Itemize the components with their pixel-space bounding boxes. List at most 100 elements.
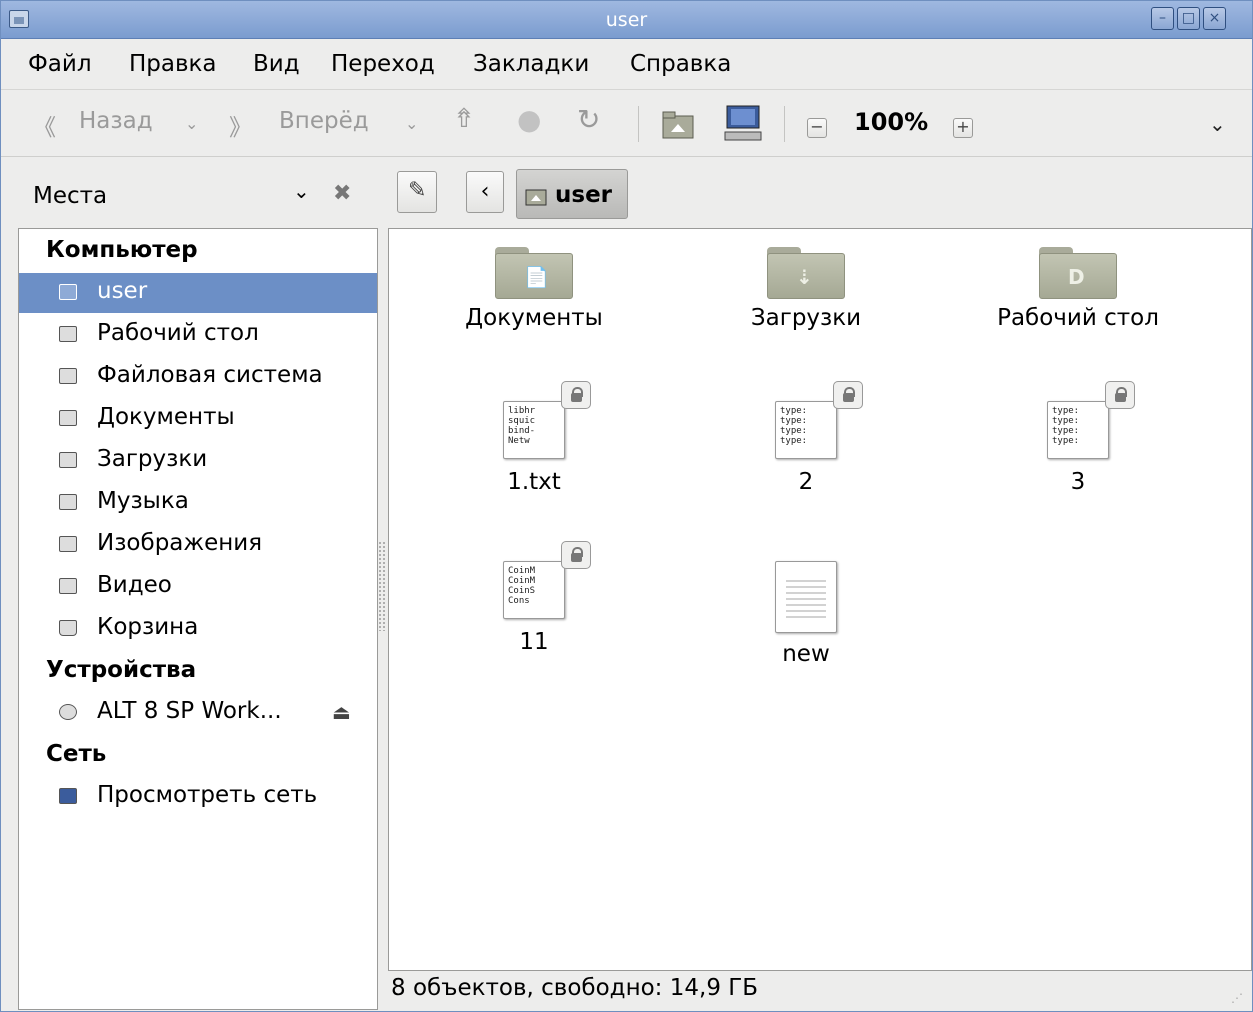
file-icon-view[interactable]: 📄 Документы ⇣ Загрузки D Рабочий стол li… — [388, 228, 1252, 971]
sidebar-item-label: Музыка — [97, 488, 189, 514]
desktop-folder-icon: D — [1039, 247, 1117, 299]
menu-help[interactable]: Справка — [630, 51, 731, 77]
back-history-chevron-icon[interactable]: ⌄ — [185, 114, 198, 133]
sidebar-item-label: Загрузки — [97, 446, 208, 472]
lock-icon — [561, 381, 591, 409]
desktop-emblem-icon: D — [1068, 265, 1085, 289]
sidebar-item-pictures[interactable]: Изображения — [19, 525, 377, 565]
minimize-button[interactable]: – — [1151, 7, 1174, 30]
back-arrow-icon: 《 — [33, 115, 56, 141]
path-button-label: user — [555, 182, 613, 208]
sidebar-item-label: Файловая система — [97, 362, 323, 388]
file-item[interactable]: 📄 Документы — [419, 247, 649, 331]
sidebar-item-label: ALT 8 SP Work... — [97, 698, 282, 724]
file-name: Загрузки — [750, 305, 862, 331]
sidebar-item-label: Рабочий стол — [97, 320, 259, 346]
sidebar-item-label: Корзина — [97, 614, 199, 640]
places-chevron-icon[interactable]: ⌄ — [293, 179, 310, 203]
sidebar-item-label: Изображения — [97, 530, 263, 556]
sidebar-item-music[interactable]: Музыка — [19, 483, 377, 523]
videos-folder-icon — [59, 578, 77, 594]
home-folder-icon — [525, 189, 547, 206]
back-button[interactable]: Назад — [79, 108, 153, 134]
sidebar-item-videos[interactable]: Видео — [19, 567, 377, 607]
sidebar-item-filesystem[interactable]: Файловая система — [19, 357, 377, 397]
computer-heading: Компьютер — [46, 237, 198, 263]
file-name: 3 — [1070, 469, 1086, 495]
file-name: Документы — [465, 305, 603, 331]
resize-grip-icon[interactable]: ⋰ — [1231, 991, 1243, 1005]
file-item[interactable]: D Рабочий стол — [963, 247, 1193, 331]
menu-go[interactable]: Переход — [331, 51, 435, 77]
sidebar-item-desktop[interactable]: Рабочий стол — [19, 315, 377, 355]
pencil-icon: ✎ — [408, 178, 427, 203]
sidebar-resize-handle[interactable] — [378, 541, 386, 631]
sidebar-item-label: Видео — [97, 572, 172, 598]
path-scroll-left-button[interactable]: ‹ — [466, 171, 504, 213]
optical-disc-icon — [59, 704, 77, 720]
text-file-icon: CoinM CoinM CoinS Cons — [503, 541, 591, 623]
forward-button[interactable]: Вперёд — [279, 108, 369, 134]
window-title: user — [605, 9, 648, 31]
text-file-icon: type: type: type: type: — [1047, 381, 1135, 463]
file-name: Рабочий стол — [997, 305, 1159, 331]
edit-location-button[interactable]: ✎ — [397, 171, 437, 213]
text-file-icon: type: type: type: type: — [775, 381, 863, 463]
file-name: 2 — [798, 469, 814, 495]
places-dropdown[interactable]: Места — [33, 183, 107, 209]
menu-bookmarks[interactable]: Закладки — [473, 51, 589, 77]
sidebar-item-device[interactable]: ALT 8 SP Work... ⏏ — [19, 693, 377, 733]
path-button-user[interactable]: user — [516, 169, 628, 219]
close-button[interactable]: × — [1203, 7, 1226, 30]
file-item[interactable]: libhr squic bind- Netw 1.txt — [419, 381, 649, 495]
zoom-in-icon[interactable]: + — [953, 118, 973, 138]
menu-view[interactable]: Вид — [253, 51, 300, 77]
documents-emblem-icon: 📄 — [524, 265, 549, 289]
documents-folder-icon — [59, 410, 77, 426]
places-sidebar: Компьютер user Рабочий стол Файловая сис… — [18, 228, 378, 1010]
home-icon[interactable] — [661, 110, 695, 140]
toolbar-separator — [784, 106, 785, 142]
title-bar[interactable]: user – □ × — [1, 1, 1252, 39]
file-item[interactable]: ⇣ Загрузки — [691, 247, 921, 331]
toolbar-overflow-chevron-icon[interactable]: ⌄ — [1209, 112, 1226, 136]
computer-icon[interactable] — [723, 104, 763, 142]
sidebar-item-trash[interactable]: Корзина — [19, 609, 377, 649]
forward-history-chevron-icon[interactable]: ⌄ — [405, 114, 418, 133]
menu-file[interactable]: Файл — [28, 51, 92, 77]
close-sidebar-icon[interactable]: ✖ — [333, 181, 351, 206]
status-bar: 8 объектов, свободно: 14,9 ГБ — [391, 975, 759, 1001]
desktop-folder-icon — [59, 326, 77, 342]
downloads-emblem-icon: ⇣ — [796, 265, 813, 289]
lock-icon — [1105, 381, 1135, 409]
toolbar-separator — [638, 106, 639, 142]
menu-bar: Файл Правка Вид Переход Закладки Справка — [1, 39, 1252, 89]
sidebar-item-user[interactable]: user — [19, 273, 377, 313]
file-item[interactable]: new — [691, 541, 921, 667]
sidebar-item-network[interactable]: Просмотреть сеть — [19, 777, 377, 817]
maximize-button[interactable]: □ — [1177, 7, 1200, 30]
reload-icon[interactable]: ↻ — [577, 103, 600, 136]
network-icon — [59, 788, 77, 804]
downloads-folder-icon — [59, 452, 77, 468]
file-item[interactable]: CoinM CoinM CoinS Cons 11 — [419, 541, 649, 655]
file-item[interactable]: type: type: type: type: 2 — [691, 381, 921, 495]
text-file-icon: libhr squic bind- Netw — [503, 381, 591, 463]
zoom-level: 100% — [854, 108, 929, 136]
documents-folder-icon: 📄 — [495, 247, 573, 299]
forward-arrow-icon: 》 — [229, 115, 252, 141]
devices-heading: Устройства — [46, 657, 197, 683]
network-heading: Сеть — [46, 741, 107, 767]
sidebar-item-documents[interactable]: Документы — [19, 399, 377, 439]
file-name: new — [782, 641, 830, 667]
zoom-out-icon[interactable]: − — [807, 118, 827, 138]
home-icon — [59, 284, 77, 300]
drive-icon — [59, 368, 77, 384]
menu-edit[interactable]: Правка — [129, 51, 217, 77]
eject-icon[interactable]: ⏏ — [332, 700, 351, 724]
sidebar-item-downloads[interactable]: Загрузки — [19, 441, 377, 481]
up-folder-icon[interactable]: ⇮ — [453, 104, 475, 134]
stop-icon[interactable]: ● — [517, 103, 541, 136]
file-item[interactable]: type: type: type: type: 3 — [963, 381, 1193, 495]
file-preview: libhr squic bind- Netw — [508, 406, 536, 446]
